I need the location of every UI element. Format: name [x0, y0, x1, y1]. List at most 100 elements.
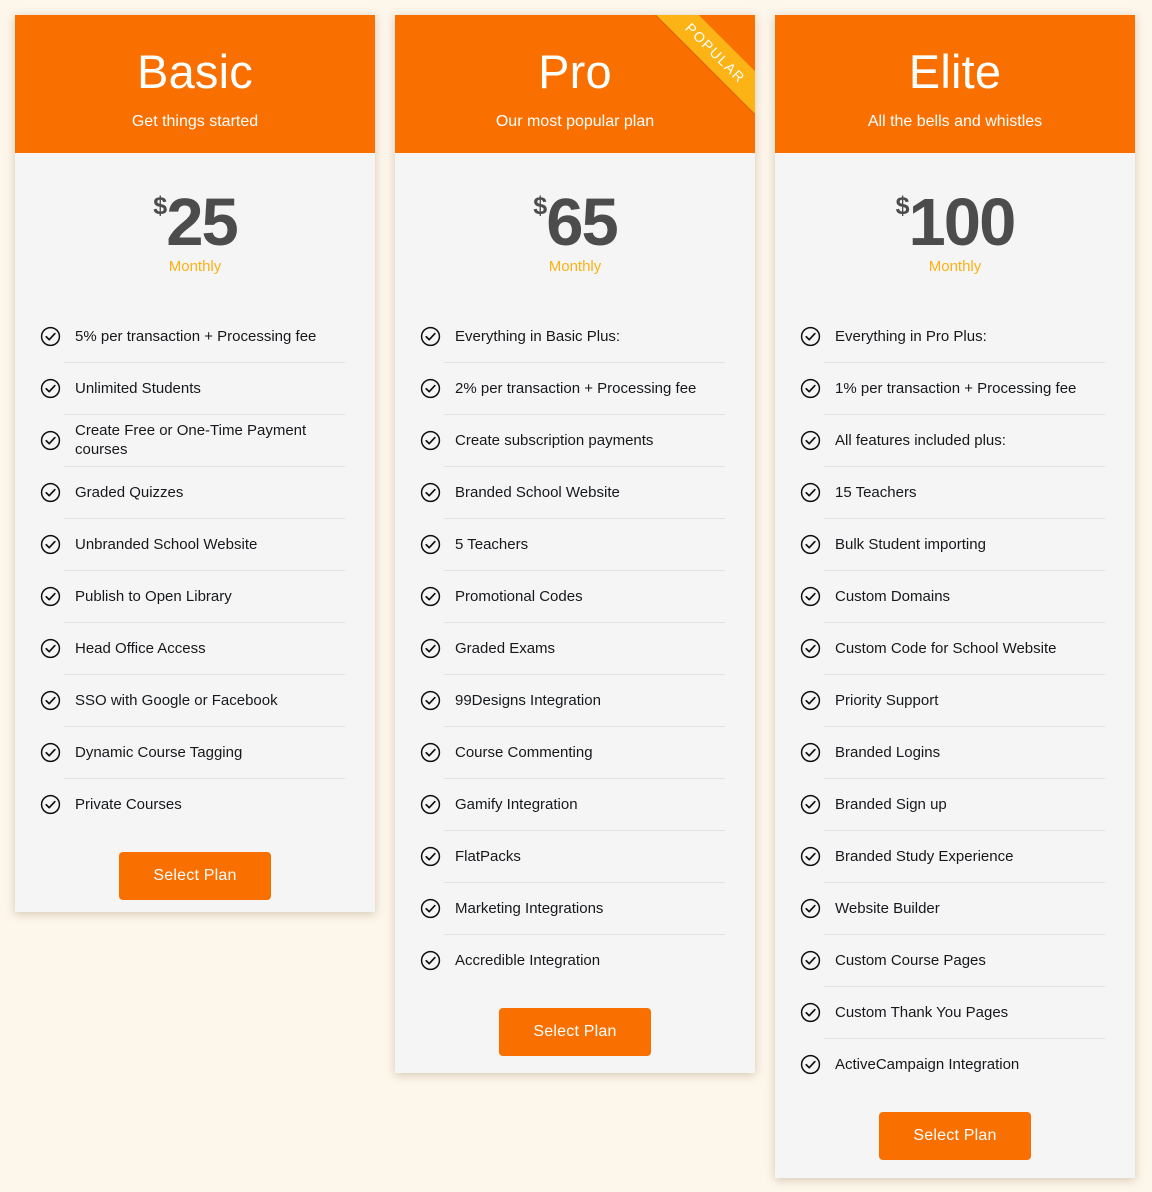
feature-item: Create subscription payments	[420, 414, 730, 466]
plan-name: Elite	[908, 45, 1002, 98]
price-amount: 25	[166, 185, 239, 260]
check-circle-icon	[800, 742, 821, 763]
price: $100	[896, 189, 1017, 257]
check-circle-icon	[800, 638, 821, 659]
feature-label: Branded Logins	[835, 743, 941, 761]
feature-item: Course Commenting	[420, 726, 730, 778]
feature-label: Everything in Basic Plus:	[455, 327, 621, 345]
feature-label: Bulk Student importing	[835, 535, 986, 553]
feature-item: ActiveCampaign Integration	[800, 1038, 1110, 1090]
feature-item: Unbranded School Website	[40, 518, 350, 570]
feature-item: Custom Thank You Pages	[800, 986, 1110, 1038]
feature-item: Dynamic Course Tagging	[40, 726, 350, 778]
feature-label: 5% per transaction + Processing fee	[75, 327, 317, 345]
feature-list-pro: Everything in Basic Plus: 2% per transact…	[395, 276, 755, 986]
plan-header-pro: Pro Our most popular plan POPULAR	[395, 15, 755, 153]
check-circle-icon	[800, 534, 821, 555]
feature-label: Website Builder	[835, 899, 940, 917]
check-circle-icon	[800, 586, 821, 607]
feature-item: Custom Code for School Website	[800, 622, 1110, 674]
feature-item: Graded Exams	[420, 622, 730, 674]
check-circle-icon	[420, 482, 441, 503]
select-plan-button-elite[interactable]: Select Plan	[879, 1112, 1031, 1160]
feature-label: FlatPacks	[455, 847, 521, 865]
price-block: $65 Monthly	[395, 153, 755, 276]
feature-label: Dynamic Course Tagging	[75, 743, 243, 761]
check-circle-icon	[800, 482, 821, 503]
feature-item: Branded Study Experience	[800, 830, 1110, 882]
feature-label: Unlimited Students	[75, 379, 201, 397]
select-plan-button-pro[interactable]: Select Plan	[499, 1008, 651, 1056]
feature-item: 5% per transaction + Processing fee	[40, 310, 350, 362]
check-circle-icon	[40, 794, 61, 815]
check-circle-icon	[800, 1054, 821, 1075]
feature-item: Everything in Basic Plus:	[420, 310, 730, 362]
check-circle-icon	[420, 690, 441, 711]
check-circle-icon	[800, 950, 821, 971]
feature-label: Everything in Pro Plus:	[835, 327, 987, 345]
plan-header-elite: Elite All the bells and whistles	[775, 15, 1135, 153]
feature-label: 15 Teachers	[835, 483, 917, 501]
feature-label: Graded Quizzes	[75, 483, 184, 501]
feature-label: Create subscription payments	[455, 431, 654, 449]
feature-item: Head Office Access	[40, 622, 350, 674]
feature-item: Priority Support	[800, 674, 1110, 726]
plan-header-basic: Basic Get things started	[15, 15, 375, 153]
price-currency: $	[153, 192, 167, 220]
feature-label: Create Free or One-Time Payment courses	[75, 422, 307, 458]
feature-label: Branded Sign up	[835, 795, 947, 813]
feature-label: Unbranded School Website	[75, 535, 258, 553]
feature-item: 1% per transaction + Processing fee	[800, 362, 1110, 414]
check-circle-icon	[40, 690, 61, 711]
check-circle-icon	[420, 586, 441, 607]
feature-label: SSO with Google or Facebook	[75, 691, 278, 709]
check-circle-icon	[40, 534, 61, 555]
check-circle-icon	[40, 742, 61, 763]
feature-label: Course Commenting	[455, 743, 593, 761]
feature-list-basic: 5% per transaction + Processing fee Unlim…	[15, 276, 375, 830]
feature-label: Promotional Codes	[455, 587, 583, 605]
feature-label: Marketing Integrations	[455, 899, 604, 917]
feature-label: Accredible Integration	[455, 951, 601, 969]
feature-label: Head Office Access	[75, 639, 206, 657]
pricing-table: Basic Get things started $25 Monthly 5% …	[0, 0, 1152, 1192]
price-currency: $	[533, 192, 547, 220]
feature-item: Website Builder	[800, 882, 1110, 934]
feature-item: SSO with Google or Facebook	[40, 674, 350, 726]
check-circle-icon	[420, 742, 441, 763]
check-circle-icon	[420, 638, 441, 659]
feature-label: Branded Study Experience	[835, 847, 1014, 865]
check-circle-icon	[800, 378, 821, 399]
feature-item: Gamify Integration	[420, 778, 730, 830]
feature-label: ActiveCampaign Integration	[835, 1055, 1020, 1073]
feature-label: Private Courses	[75, 795, 182, 813]
feature-item: Branded School Website	[420, 466, 730, 518]
price-amount: 100	[908, 185, 1017, 260]
check-circle-icon	[40, 482, 61, 503]
feature-item: 5 Teachers	[420, 518, 730, 570]
feature-label: Priority Support	[835, 691, 939, 709]
feature-label: 5 Teachers	[455, 535, 529, 553]
check-circle-icon	[420, 430, 441, 451]
feature-item: Custom Course Pages	[800, 934, 1110, 986]
price-block: $100 Monthly	[775, 153, 1135, 276]
feature-list-elite: Everything in Pro Plus: 1% per transactio…	[775, 276, 1135, 1090]
feature-item: Branded Sign up	[800, 778, 1110, 830]
feature-item: Marketing Integrations	[420, 882, 730, 934]
check-circle-icon	[420, 794, 441, 815]
cta-wrap: Select Plan	[395, 986, 755, 1073]
feature-item: Publish to Open Library	[40, 570, 350, 622]
check-circle-icon	[800, 690, 821, 711]
feature-label: 1% per transaction + Processing fee	[835, 379, 1077, 397]
feature-item: Accredible Integration	[420, 934, 730, 986]
feature-label: Custom Course Pages	[835, 951, 986, 969]
check-circle-icon	[420, 326, 441, 347]
feature-label: Graded Exams	[455, 639, 556, 657]
select-plan-button-basic[interactable]: Select Plan	[119, 852, 271, 900]
price: $25	[153, 189, 238, 257]
feature-label: Custom Code for School Website	[835, 639, 1057, 657]
plan-card-basic: Basic Get things started $25 Monthly 5% …	[15, 15, 375, 912]
feature-label: Custom Domains	[835, 587, 951, 605]
plan-card-pro: Pro Our most popular plan POPULAR $65 Mo…	[395, 15, 755, 1073]
feature-item: Branded Logins	[800, 726, 1110, 778]
